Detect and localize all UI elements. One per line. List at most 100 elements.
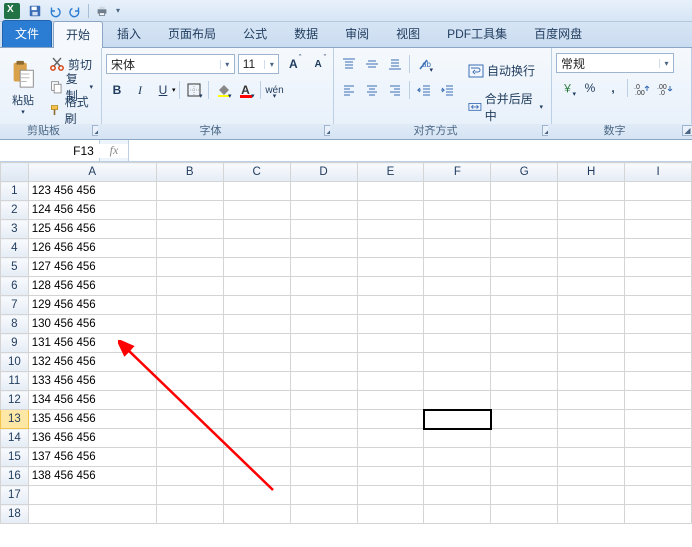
cell[interactable]	[156, 258, 223, 277]
cell[interactable]	[156, 315, 223, 334]
cell[interactable]	[424, 296, 491, 315]
dropdown-caret-icon[interactable]: ▾	[264, 60, 278, 69]
cell[interactable]	[558, 239, 625, 258]
border-button[interactable]: ▾	[183, 79, 205, 101]
row-header[interactable]: 9	[1, 334, 29, 353]
cell[interactable]	[625, 239, 692, 258]
cell[interactable]	[28, 505, 156, 524]
cell[interactable]	[558, 315, 625, 334]
column-header[interactable]: I	[625, 163, 692, 182]
cell[interactable]	[625, 182, 692, 201]
cell[interactable]	[290, 372, 357, 391]
cell[interactable]	[424, 315, 491, 334]
cell[interactable]	[223, 239, 290, 258]
dialog-launcher-icon[interactable]: ◢	[682, 125, 692, 136]
column-header[interactable]: A	[28, 163, 156, 182]
cell[interactable]	[491, 220, 558, 239]
cell[interactable]	[424, 391, 491, 410]
cell[interactable]	[424, 258, 491, 277]
row-header[interactable]: 14	[1, 429, 29, 448]
cell[interactable]	[491, 334, 558, 353]
cell[interactable]	[491, 296, 558, 315]
cell[interactable]	[156, 277, 223, 296]
cell[interactable]	[424, 277, 491, 296]
cell[interactable]: 132 456 456	[28, 353, 156, 372]
cell[interactable]	[290, 296, 357, 315]
column-header[interactable]: B	[156, 163, 223, 182]
cell[interactable]	[156, 429, 223, 448]
cell[interactable]	[491, 410, 558, 429]
decrease-indent-button[interactable]	[413, 79, 435, 101]
cell[interactable]	[357, 258, 424, 277]
cell[interactable]	[357, 201, 424, 220]
cell[interactable]	[290, 201, 357, 220]
cell[interactable]	[156, 391, 223, 410]
tab-view[interactable]: 视图	[383, 20, 433, 47]
column-header[interactable]: D	[290, 163, 357, 182]
cell[interactable]	[558, 277, 625, 296]
column-header[interactable]: F	[424, 163, 491, 182]
cell[interactable]	[424, 467, 491, 486]
cell[interactable]	[424, 505, 491, 524]
cell[interactable]	[223, 201, 290, 220]
row-header[interactable]: 13	[1, 410, 29, 429]
dropdown-caret-icon[interactable]: ▾	[659, 59, 673, 68]
tab-baidu-netdisk[interactable]: 百度网盘	[521, 20, 595, 47]
row-header[interactable]: 12	[1, 391, 29, 410]
cell[interactable]	[156, 201, 223, 220]
cell[interactable]	[625, 505, 692, 524]
cell[interactable]	[290, 410, 357, 429]
align-left-button[interactable]	[338, 79, 360, 101]
cell[interactable]	[491, 391, 558, 410]
cell[interactable]	[223, 258, 290, 277]
cell[interactable]	[424, 239, 491, 258]
cell[interactable]	[558, 334, 625, 353]
cell[interactable]: 123 456 456	[28, 182, 156, 201]
cell[interactable]	[223, 220, 290, 239]
cell[interactable]: 133 456 456	[28, 372, 156, 391]
italic-button[interactable]: I	[129, 79, 151, 101]
row-header[interactable]: 3	[1, 220, 29, 239]
cell[interactable]	[424, 486, 491, 505]
row-header[interactable]: 18	[1, 505, 29, 524]
column-header[interactable]: C	[223, 163, 290, 182]
cell[interactable]	[491, 467, 558, 486]
fx-button[interactable]: fx	[104, 142, 124, 160]
cell[interactable]	[424, 201, 491, 220]
comma-format-button[interactable]: ,	[602, 77, 624, 99]
cell[interactable]	[223, 391, 290, 410]
font-name-combo[interactable]: 宋体 ▾	[106, 54, 235, 74]
cell[interactable]	[156, 353, 223, 372]
cell[interactable]	[424, 429, 491, 448]
cell[interactable]	[558, 410, 625, 429]
cell[interactable]	[491, 277, 558, 296]
cell[interactable]	[290, 315, 357, 334]
cell[interactable]	[625, 258, 692, 277]
cell[interactable]	[491, 372, 558, 391]
paste-button[interactable]: 粘贴 ▾	[4, 50, 42, 124]
cell[interactable]	[290, 448, 357, 467]
cell[interactable]: 131 456 456	[28, 334, 156, 353]
cell[interactable]: 137 456 456	[28, 448, 156, 467]
cell[interactable]	[357, 467, 424, 486]
cell[interactable]	[357, 315, 424, 334]
cell[interactable]	[223, 334, 290, 353]
cell[interactable]	[625, 220, 692, 239]
cell[interactable]	[357, 486, 424, 505]
cell[interactable]	[625, 429, 692, 448]
cell[interactable]	[156, 334, 223, 353]
align-right-button[interactable]	[384, 79, 406, 101]
cell[interactable]	[357, 391, 424, 410]
column-header[interactable]: G	[491, 163, 558, 182]
name-box[interactable]: ▾	[0, 140, 100, 161]
undo-button[interactable]	[46, 2, 64, 20]
row-header[interactable]: 2	[1, 201, 29, 220]
cell[interactable]	[290, 486, 357, 505]
row-header[interactable]: 16	[1, 467, 29, 486]
cell[interactable]	[491, 182, 558, 201]
cell[interactable]	[491, 353, 558, 372]
cell[interactable]: 129 456 456	[28, 296, 156, 315]
cell[interactable]	[357, 353, 424, 372]
cell[interactable]	[491, 505, 558, 524]
cell[interactable]	[625, 486, 692, 505]
